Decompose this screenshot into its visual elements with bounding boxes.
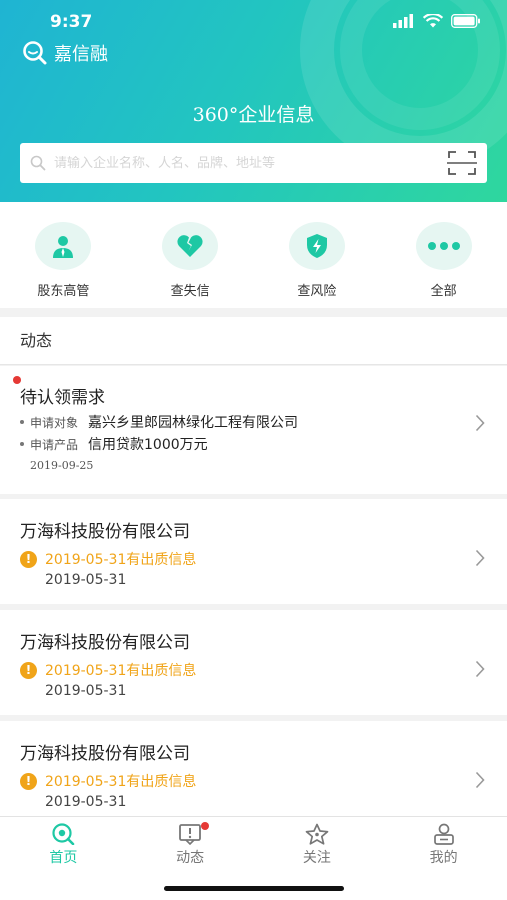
home-eye-icon <box>52 823 75 845</box>
signal-icon <box>393 14 413 28</box>
feed-notice: ! 2019-05-31有出质信息 <box>20 660 196 680</box>
scan-button[interactable] <box>437 143 487 183</box>
quick-item-executives[interactable]: 股东高管 <box>0 202 127 308</box>
bullet <box>20 442 24 446</box>
quick-item-all[interactable]: 全部 <box>380 202 507 308</box>
demand-product-key: 申请产品 <box>30 437 79 452</box>
feed-item[interactable]: 万海科技股份有限公司 ! 2019-05-31有出质信息 2019-05-31 <box>0 721 507 816</box>
profile-icon <box>433 823 454 845</box>
battery-icon <box>451 14 480 28</box>
feed-date: 2019-05-31 <box>45 794 127 810</box>
feed-section-title: 动态 <box>0 317 507 365</box>
notice-icon <box>179 824 202 845</box>
brand-name: 嘉信融 <box>54 44 108 65</box>
risk-shield-icon <box>288 222 345 270</box>
warning-icon: ! <box>20 772 37 790</box>
search-icon <box>30 155 46 171</box>
feed-notice: ! 2019-05-31有出质信息 <box>20 771 196 791</box>
tab-profile[interactable]: 我的 <box>380 817 507 900</box>
feed-company: 万海科技股份有限公司 <box>20 522 190 542</box>
star-icon <box>305 823 329 845</box>
quick-label: 查失信 <box>170 284 210 299</box>
tab-label: 首页 <box>49 850 78 866</box>
tab-home[interactable]: 首页 <box>0 817 127 900</box>
home-indicator <box>164 886 344 891</box>
chevron-right-icon <box>475 549 485 567</box>
broken-heart-icon <box>162 222 219 270</box>
brand-logo-icon <box>23 41 47 65</box>
bullet <box>20 420 24 424</box>
feed-company: 万海科技股份有限公司 <box>20 633 190 653</box>
quick-item-dishonest[interactable]: 查失信 <box>127 202 254 308</box>
feed-date: 2019-05-31 <box>45 683 127 699</box>
tab-label: 我的 <box>429 850 458 866</box>
tab-label: 关注 <box>302 850 331 866</box>
feed-item[interactable]: 万海科技股份有限公司 ! 2019-05-31有出质信息 2019-05-31 <box>0 499 507 604</box>
header-banner: 9:37 嘉信融 360°企业信息 请输入企业名称、人名、品牌、地址等 <box>0 0 507 202</box>
demand-card[interactable]: 待认领需求 申请对象 嘉兴乡里郎园林绿化工程有限公司 申请产品 信用贷款1000… <box>0 366 507 494</box>
header-slogan: 360°企业信息 <box>192 104 315 126</box>
warning-icon: ! <box>20 550 37 568</box>
quick-item-risk[interactable]: 查风险 <box>254 202 381 308</box>
more-dots-icon <box>415 222 472 270</box>
feed-notice-text: 2019-05-31有出质信息 <box>45 663 197 679</box>
executive-icon <box>35 222 92 270</box>
demand-product-value: 信用贷款1000万元 <box>88 437 208 453</box>
demand-target-key: 申请对象 <box>30 415 79 430</box>
quick-label: 股东高管 <box>37 284 90 299</box>
wifi-icon <box>423 14 443 28</box>
quick-label: 查风险 <box>297 284 337 299</box>
status-icons <box>393 14 481 28</box>
feed-company: 万海科技股份有限公司 <box>20 744 190 764</box>
demand-product-row: 申请产品 信用贷款1000万元 <box>20 434 208 454</box>
feed-notice: ! 2019-05-31有出质信息 <box>20 549 196 569</box>
feed-date: 2019-05-31 <box>45 572 127 588</box>
feed-item[interactable]: 万海科技股份有限公司 ! 2019-05-31有出质信息 2019-05-31 <box>0 610 507 715</box>
chevron-right-icon <box>475 414 485 432</box>
chevron-right-icon <box>475 771 485 789</box>
feed-notice-text: 2019-05-31有出质信息 <box>45 774 197 790</box>
feed-notice-text: 2019-05-31有出质信息 <box>45 552 197 568</box>
tab-label: 动态 <box>176 850 205 866</box>
demand-title: 待认领需求 <box>20 388 105 408</box>
search-bar[interactable] <box>20 143 487 183</box>
demand-date: 2019-09-25 <box>30 459 94 472</box>
chevron-right-icon <box>475 660 485 678</box>
demand-target-row: 申请对象 嘉兴乡里郎园林绿化工程有限公司 <box>20 412 298 432</box>
tab-badge <box>200 822 209 830</box>
brand: 嘉信融 <box>22 40 108 66</box>
app-screen: 9:37 嘉信融 360°企业信息 请输入企业名称、人名、品牌、地址等 股东高管… <box>0 0 507 900</box>
warning-icon: ! <box>20 661 37 679</box>
quick-label: 全部 <box>430 284 457 299</box>
search-input[interactable] <box>54 155 437 171</box>
demand-target-value: 嘉兴乡里郎园林绿化工程有限公司 <box>88 415 299 431</box>
scan-icon <box>447 151 477 175</box>
status-time: 9:37 <box>50 12 93 32</box>
quick-menu: 股东高管 查失信 查风险 全部 <box>0 202 507 308</box>
